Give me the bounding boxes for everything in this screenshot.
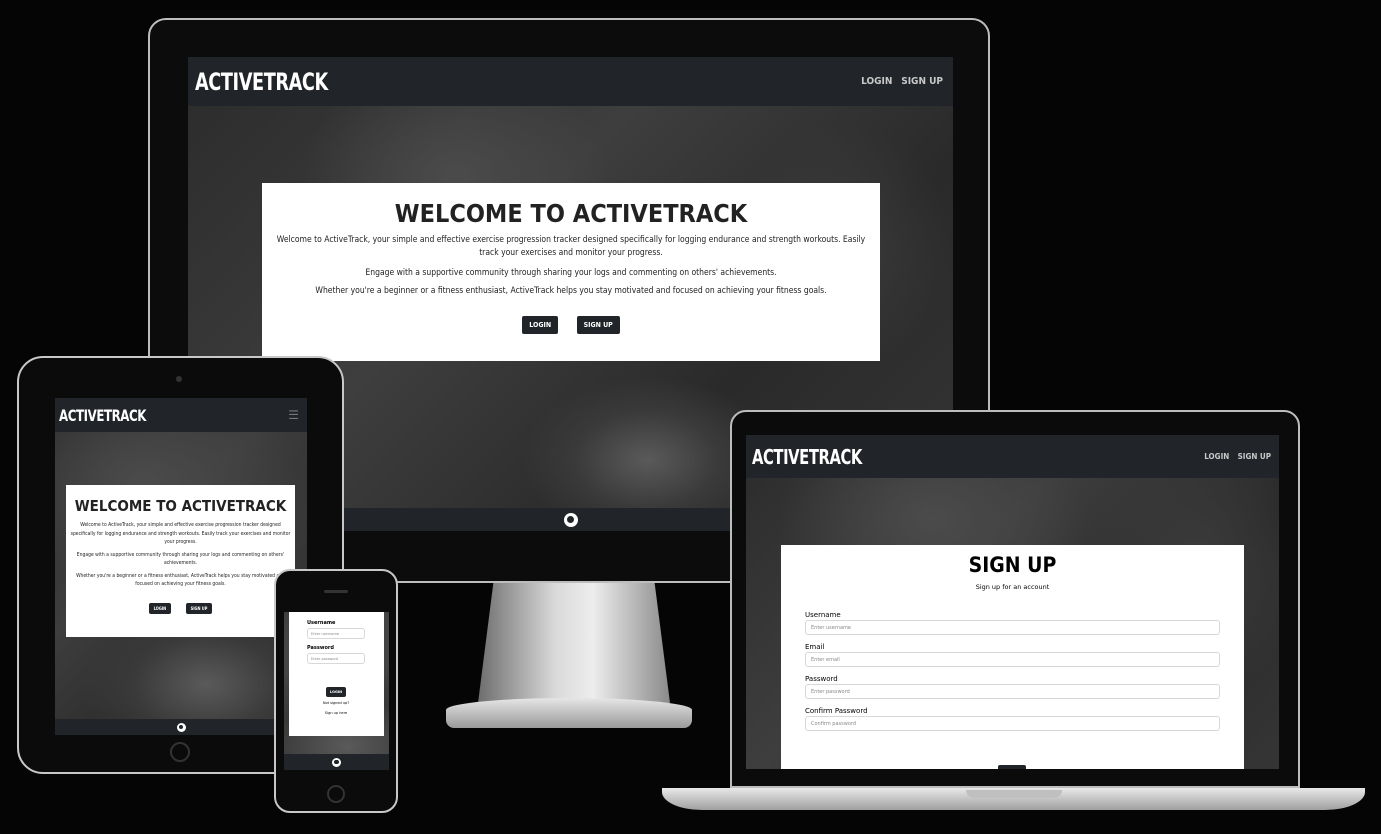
welcome-paragraph-2: Engage with a supportive community throu… bbox=[365, 268, 777, 278]
laptop-nav-login-link[interactable]: LOGIN bbox=[1204, 452, 1229, 461]
github-icon[interactable] bbox=[563, 512, 578, 527]
phone-screen: Username Enter username Password Enter p… bbox=[284, 612, 389, 770]
laptop-notch bbox=[966, 790, 1062, 798]
phone-not-signed-up-text: Not signed up? bbox=[322, 701, 350, 705]
tablet-footer bbox=[55, 719, 307, 735]
signup-subtitle: Sign up for an account bbox=[975, 583, 1050, 591]
phone-password-label: Password bbox=[307, 645, 334, 651]
signup-username-label: Username bbox=[805, 611, 841, 619]
signup-password-field[interactable]: Enter password bbox=[805, 684, 1220, 699]
signup-email-label: Email bbox=[805, 643, 825, 651]
github-icon[interactable] bbox=[176, 722, 186, 732]
welcome-login-button[interactable]: LOGIN bbox=[522, 316, 559, 334]
phone-login-card: Username Enter username Password Enter p… bbox=[289, 612, 384, 736]
signup-username-field[interactable]: Enter username bbox=[805, 620, 1220, 635]
phone-username-label: Username bbox=[307, 620, 336, 626]
hamburger-menu-icon[interactable]: ☰ bbox=[288, 408, 299, 422]
phone-home-button bbox=[327, 785, 345, 803]
phone-sign-up-link[interactable]: Sign up here bbox=[307, 711, 365, 715]
signup-confirm-field[interactable]: Confirm password bbox=[805, 716, 1220, 731]
welcome-title: WELCOME TO ACTIVETRACK bbox=[394, 199, 748, 228]
phone-username-field[interactable]: Enter username bbox=[307, 628, 365, 639]
tablet-home-button bbox=[170, 742, 190, 762]
tablet-welcome-paragraph-1: Welcome to ActiveTrack, your simple and … bbox=[70, 522, 291, 545]
welcome-paragraph-3: Whether you're a beginner or a fitness e… bbox=[315, 286, 827, 296]
tablet-login-button[interactable]: LOGIN bbox=[148, 602, 172, 614]
tablet-camera-icon bbox=[176, 376, 182, 382]
tablet-welcome-card: WELCOME TO ACTIVETRACK Welcome to Active… bbox=[66, 485, 295, 637]
tablet-navbar: ACTIVETRACK ☰ bbox=[55, 398, 307, 432]
tablet-welcome-paragraph-3: Whether you're a beginner or a fitness e… bbox=[76, 572, 285, 588]
signup-password-label: Password bbox=[805, 675, 838, 683]
tablet-welcome-paragraph-2: Engage with a supportive community throu… bbox=[76, 551, 285, 567]
phone-password-field[interactable]: Enter password bbox=[307, 653, 365, 664]
brand-logo[interactable]: ACTIVETRACK bbox=[195, 68, 328, 96]
welcome-signup-button[interactable]: SIGN UP bbox=[576, 316, 620, 334]
signup-confirm-label: Confirm Password bbox=[805, 707, 868, 715]
nav-signup-link[interactable]: SIGN UP bbox=[901, 76, 943, 87]
phone-footer bbox=[284, 754, 389, 770]
welcome-card: WELCOME TO ACTIVETRACK Welcome to Active… bbox=[262, 183, 880, 361]
laptop-screen: ACTIVETRACK LOGIN SIGN UP SIGN UP Sign u… bbox=[746, 435, 1279, 769]
nav-login-link[interactable]: LOGIN bbox=[861, 76, 892, 87]
tablet-signup-button[interactable]: SIGN UP bbox=[185, 602, 213, 614]
tablet-brand-logo[interactable]: ACTIVETRACK bbox=[59, 406, 146, 425]
tablet-screen: ACTIVETRACK ☰ WELCOME TO ACTIVETRACK Wel… bbox=[55, 398, 307, 735]
signup-submit-button[interactable] bbox=[998, 765, 1026, 769]
github-icon[interactable] bbox=[332, 757, 341, 767]
laptop-brand-logo[interactable]: ACTIVETRACK bbox=[752, 445, 862, 469]
phone-speaker bbox=[324, 590, 348, 593]
laptop-nav-signup-link[interactable]: SIGN UP bbox=[1238, 452, 1271, 461]
desktop-navbar: ACTIVETRACK LOGIN SIGN UP bbox=[188, 57, 953, 106]
signup-card: SIGN UP Sign up for an account Username … bbox=[781, 545, 1244, 769]
signup-title: SIGN UP bbox=[968, 553, 1057, 577]
monitor-base bbox=[446, 698, 692, 728]
signup-email-field[interactable]: Enter email bbox=[805, 652, 1220, 667]
monitor-stand bbox=[478, 583, 670, 703]
laptop-navbar: ACTIVETRACK LOGIN SIGN UP bbox=[746, 435, 1279, 478]
phone-login-button[interactable]: LOGIN bbox=[325, 687, 347, 697]
welcome-paragraph-1: Welcome to ActiveTrack, your simple and … bbox=[276, 235, 866, 258]
tablet-welcome-title: WELCOME TO ACTIVETRACK bbox=[74, 497, 287, 515]
